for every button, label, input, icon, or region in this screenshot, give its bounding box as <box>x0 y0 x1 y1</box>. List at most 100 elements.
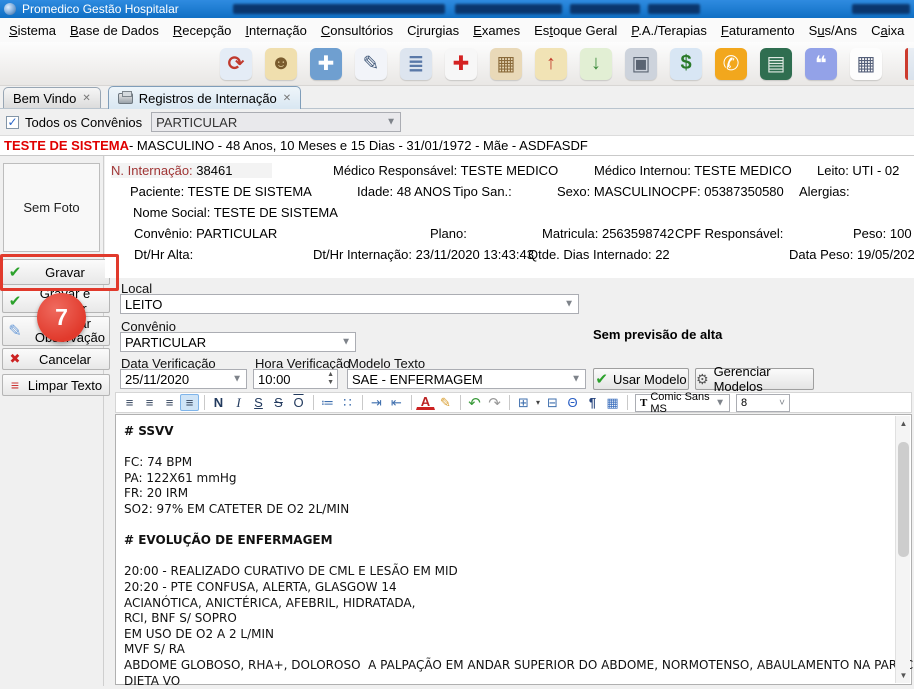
info-value-nomesocial: TESTE DE SISTEMA <box>214 205 338 220</box>
doctor-icon[interactable]: ✚ <box>310 48 342 80</box>
scroll-up-icon[interactable]: ▲ <box>896 416 911 431</box>
chevron-down-icon: ▼ <box>571 374 581 385</box>
font-name-select[interactable]: TComic Sans MS▼ <box>635 394 730 412</box>
info-value-datapeso: 19/05/2020 <box>857 247 914 262</box>
highlight-icon[interactable]: ✎ <box>436 394 455 411</box>
info-field-medint: Médico Internou: TESTE MEDICO <box>594 163 792 178</box>
info-value-dtint: 23/11/2020 13:43:43 <box>416 247 534 262</box>
scrollbar-thumb[interactable] <box>898 442 909 557</box>
hora-verificacao-spinner[interactable]: 10:00 ▲▼ <box>253 369 338 389</box>
chat-icon[interactable]: ❝ <box>805 48 837 80</box>
italic-icon[interactable]: I <box>229 394 248 411</box>
align-left-icon[interactable]: ≡ <box>120 394 139 411</box>
text-line: MVF S/ RA <box>124 642 891 658</box>
local-select[interactable]: LEITO ▼ <box>120 294 579 314</box>
outdent-icon[interactable]: ⇤ <box>387 394 406 411</box>
safe-icon[interactable]: ▣ <box>625 48 657 80</box>
menu-item-caixa[interactable]: Caixa <box>864 20 911 41</box>
info-field-tiposan: Tipo San.: <box>453 184 512 199</box>
spinner-arrows-icon[interactable]: ▲▼ <box>327 371 334 387</box>
font-size-select[interactable]: 8˅ <box>736 394 790 412</box>
sem-foto-label: Sem Foto <box>23 200 79 215</box>
scroll-down-icon[interactable]: ▼ <box>896 668 911 683</box>
tab-close-icon[interactable]: ✕ <box>283 93 291 104</box>
numbered-list-icon[interactable]: ≔ <box>318 394 337 411</box>
modelo-texto-select[interactable]: SAE - ENFERMAGEM ▼ <box>347 369 586 389</box>
redacted-text <box>570 4 640 14</box>
tab-bem-vindo[interactable]: Bem Vindo✕ <box>3 87 101 108</box>
convenio-filter-select[interactable]: PARTICULAR ▼ <box>151 112 401 132</box>
font-color-icon[interactable]: A <box>416 396 435 410</box>
undo-icon[interactable]: ↶ <box>465 394 484 411</box>
limpar-texto-button[interactable]: ≡Limpar Texto <box>2 374 110 396</box>
gerenciar-modelos-button[interactable]: ⚙ Gerenciar Modelos <box>695 368 814 390</box>
bold-icon[interactable]: N <box>209 394 228 411</box>
save-text-icon[interactable]: ▦ <box>603 394 622 411</box>
gravar-button[interactable]: ✔Gravar <box>2 259 110 285</box>
menu-item-sus-ans[interactable]: Sus/Ans <box>802 20 864 41</box>
info-field-plano: Plano: <box>430 226 467 241</box>
indent-icon[interactable]: ⇥ <box>367 394 386 411</box>
info-value-medint: TESTE MEDICO <box>694 163 792 178</box>
vertical-scrollbar[interactable]: ▲ ▼ <box>895 416 910 683</box>
prescription-icon[interactable]: ✎ <box>355 48 387 80</box>
info-label-ninternacao: N. Internação: <box>111 163 196 178</box>
hour-circle-icon[interactable]: Θ <box>563 394 582 411</box>
ambulance-icon[interactable]: ✚ <box>445 48 477 80</box>
data-verificacao-select[interactable]: 25/11/2020 ▼ <box>120 369 247 389</box>
redo-icon[interactable]: ↷ <box>485 394 504 411</box>
bullet-list-icon[interactable]: ∷ <box>338 394 357 411</box>
clipped-toolbar-icon[interactable] <box>905 48 914 80</box>
info-value-leito: UTI - 02 <box>852 163 899 178</box>
menu-item-base-de-dados[interactable]: Base de Dados <box>63 20 166 41</box>
todos-convenios-checkbox[interactable]: ✓ <box>6 116 19 129</box>
menu-item-sistema[interactable]: Sistema <box>2 20 63 41</box>
action-sidebar: Sem Foto ✔Gravar✔Gravar e Assinar✎narObs… <box>0 156 104 686</box>
pilcrow-icon[interactable]: ¶ <box>583 394 602 411</box>
update-patients-icon[interactable]: ⟳ <box>220 48 252 80</box>
align-justify-icon[interactable]: ≡ <box>180 394 199 411</box>
align-center-icon[interactable]: ≡ <box>140 394 159 411</box>
finance-chart-icon[interactable]: $ <box>670 48 702 80</box>
menu-item-faturamento[interactable]: Faturamento <box>714 20 802 41</box>
overline-icon[interactable]: O <box>289 394 308 411</box>
align-right-icon[interactable]: ≡ <box>160 394 179 411</box>
menu-item-recepcao[interactable]: Recepção <box>166 20 239 41</box>
hospital-bed-icon[interactable]: ≣ <box>400 48 432 80</box>
usar-modelo-button[interactable]: ✔ Usar Modelo <box>593 368 689 390</box>
todos-convenios-label: Todos os Convênios <box>25 115 142 130</box>
info-field-sexo: Sexo: MASCULINO <box>557 184 671 199</box>
evolution-text-area[interactable]: # SSVV FC: 74 BPMPA: 122X61 mmHgFR: 20 I… <box>115 414 912 685</box>
underline-icon[interactable]: S <box>249 394 268 411</box>
tab-registros-de-internacao[interactable]: Registros de Internação✕ <box>108 86 301 109</box>
toolbar-separator <box>362 395 363 410</box>
menu-item-consultorios[interactable]: Consultórios <box>314 20 400 41</box>
menu-item-cirurgias[interactable]: Cirurgias <box>400 20 466 41</box>
phone-book-icon[interactable]: ✆ <box>715 48 747 80</box>
report-icon[interactable]: ▦ <box>850 48 882 80</box>
text-line: EM USO DE O2 A 2 L/MIN <box>124 627 891 643</box>
table-dropdown-icon[interactable]: ▾ <box>534 394 542 411</box>
stock-box-icon[interactable]: ▦ <box>490 48 522 80</box>
menu-item-p-a-terapias[interactable]: P.A./Terapias <box>624 20 714 41</box>
convenio-select[interactable]: PARTICULAR ▼ <box>120 332 356 352</box>
menu-item-estoque-geral[interactable]: Estoque Geral <box>527 20 624 41</box>
info-value-paciente: TESTE DE SISTEMA <box>188 184 312 199</box>
revenue-up-icon[interactable]: ↑ <box>535 48 567 80</box>
info-value-cpf: 05387350580 <box>704 184 784 199</box>
info-value-idade: 48 ANOS <box>397 184 451 199</box>
tab-close-icon[interactable]: ✕ <box>82 93 90 104</box>
info-field-ninternacao: N. Internação: 38461 <box>111 163 272 178</box>
cancelar-button[interactable]: ✖Cancelar <box>2 348 110 370</box>
button-label: Cancelar <box>27 352 109 367</box>
menu-item-internacao[interactable]: Internação <box>238 20 313 41</box>
table-properties-icon[interactable]: ⊟ <box>543 394 562 411</box>
insert-table-icon[interactable]: ⊞ <box>514 394 533 411</box>
patients-records-icon[interactable]: ☻ <box>265 48 297 80</box>
expense-down-icon[interactable]: ↓ <box>580 48 612 80</box>
printer-icon <box>118 93 133 104</box>
strikethrough-icon[interactable]: S <box>269 394 288 411</box>
info-label-paciente: Paciente: <box>130 184 188 199</box>
ledger-book-icon[interactable]: ▤ <box>760 48 792 80</box>
menu-item-exames[interactable]: Exames <box>466 20 527 41</box>
